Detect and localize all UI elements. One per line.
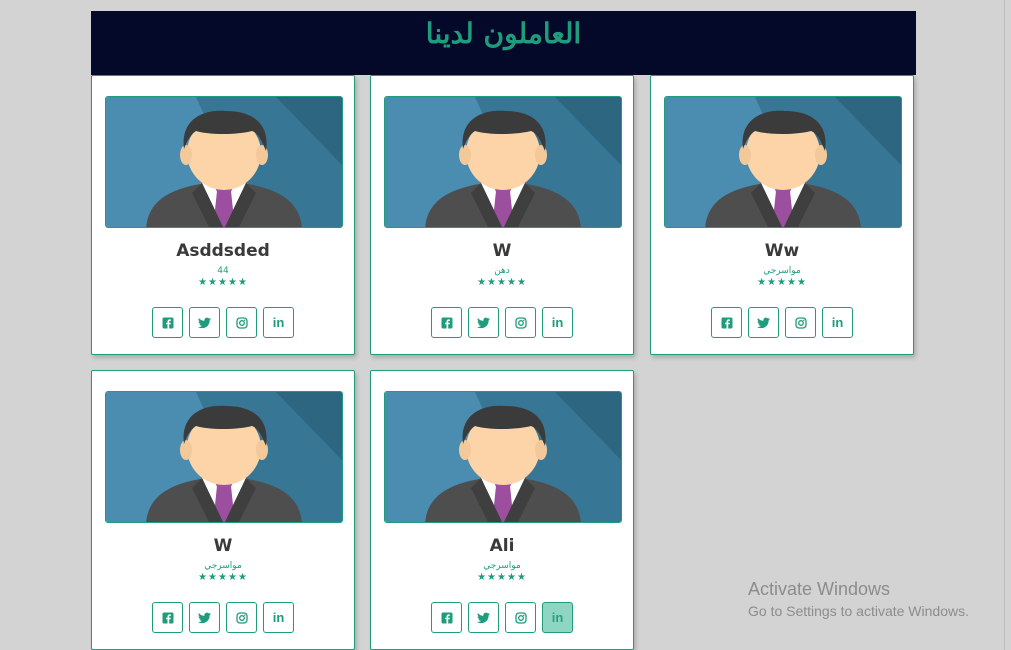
linkedin-icon: in — [272, 610, 285, 625]
avatar-illustration — [385, 392, 621, 522]
rating-stars: ★★★★★ — [477, 277, 527, 288]
facebook-icon — [162, 317, 174, 329]
linkedin-button[interactable]: in — [263, 602, 294, 633]
rating-stars: ★★★★★ — [198, 572, 248, 583]
avatar-illustration — [106, 97, 342, 227]
instagram-icon — [514, 611, 527, 624]
linkedin-icon: in — [272, 315, 285, 330]
page-scrollbar[interactable] — [1004, 0, 1011, 650]
employee-name: Asddsded — [176, 241, 270, 261]
linkedin-icon: in — [831, 315, 844, 330]
instagram-button[interactable] — [226, 602, 257, 633]
linkedin-button[interactable]: in — [542, 602, 573, 633]
linkedin-button[interactable]: in — [263, 307, 294, 338]
employee-role: مواسرجي — [483, 561, 521, 571]
windows-activation-watermark: Activate Windows Go to Settings to activ… — [748, 579, 969, 619]
facebook-button[interactable] — [431, 307, 462, 338]
linkedin-icon: in — [551, 610, 564, 625]
rating-stars: ★★★★★ — [477, 572, 527, 583]
employee-photo — [105, 391, 343, 523]
rating-stars: ★★★★★ — [757, 277, 807, 288]
page-header: العاملون لدينا — [91, 11, 916, 75]
facebook-button[interactable] — [711, 307, 742, 338]
linkedin-button[interactable]: in — [542, 307, 573, 338]
employee-card: W مواسرجي ★★★★★ in — [91, 370, 355, 650]
twitter-icon — [198, 317, 211, 329]
employee-name: W — [213, 536, 233, 556]
employee-role: مواسرجي — [204, 561, 242, 571]
employee-photo — [384, 96, 622, 228]
employee-card: Asddsded 44 ★★★★★ in — [91, 75, 355, 355]
social-links: in — [371, 602, 633, 633]
avatar-illustration — [106, 392, 342, 522]
facebook-icon — [721, 317, 733, 329]
employee-card: W دهن ★★★★★ in — [370, 75, 634, 355]
employee-photo — [384, 391, 622, 523]
twitter-icon — [198, 612, 211, 624]
avatar-illustration — [665, 97, 901, 227]
linkedin-icon: in — [551, 315, 564, 330]
twitter-icon — [757, 317, 770, 329]
employee-name: W — [492, 241, 512, 261]
watermark-title: Activate Windows — [748, 579, 891, 599]
instagram-icon — [235, 316, 248, 329]
employee-role: مواسرجي — [763, 266, 801, 276]
twitter-button[interactable] — [468, 602, 499, 633]
avatar-illustration — [385, 97, 621, 227]
twitter-icon — [477, 317, 490, 329]
twitter-button[interactable] — [189, 307, 220, 338]
employee-role: دهن — [494, 266, 510, 276]
social-links: in — [371, 307, 633, 338]
instagram-button[interactable] — [785, 307, 816, 338]
employee-card: Ww مواسرجي ★★★★★ in — [650, 75, 914, 355]
employee-photo — [105, 96, 343, 228]
instagram-button[interactable] — [226, 307, 257, 338]
instagram-icon — [235, 611, 248, 624]
facebook-button[interactable] — [431, 602, 462, 633]
twitter-button[interactable] — [468, 307, 499, 338]
instagram-icon — [794, 316, 807, 329]
facebook-button[interactable] — [152, 602, 183, 633]
rating-stars: ★★★★★ — [198, 277, 248, 288]
facebook-icon — [441, 317, 453, 329]
page-title: العاملون لدينا — [425, 17, 582, 50]
instagram-icon — [514, 316, 527, 329]
twitter-button[interactable] — [189, 602, 220, 633]
employee-card: Ali مواسرجي ★★★★★ in — [370, 370, 634, 650]
facebook-icon — [162, 612, 174, 624]
social-links: in — [651, 307, 913, 338]
employee-photo — [664, 96, 902, 228]
instagram-button[interactable] — [505, 307, 536, 338]
watermark-subtitle: Go to Settings to activate Windows. — [748, 603, 969, 619]
social-links: in — [92, 602, 354, 633]
social-links: in — [92, 307, 354, 338]
employee-role: 44 — [217, 266, 229, 276]
facebook-button[interactable] — [152, 307, 183, 338]
facebook-icon — [441, 612, 453, 624]
employee-name: Ali — [489, 536, 515, 556]
instagram-button[interactable] — [505, 602, 536, 633]
linkedin-button[interactable]: in — [822, 307, 853, 338]
twitter-icon — [477, 612, 490, 624]
employee-name: Ww — [764, 241, 800, 261]
twitter-button[interactable] — [748, 307, 779, 338]
